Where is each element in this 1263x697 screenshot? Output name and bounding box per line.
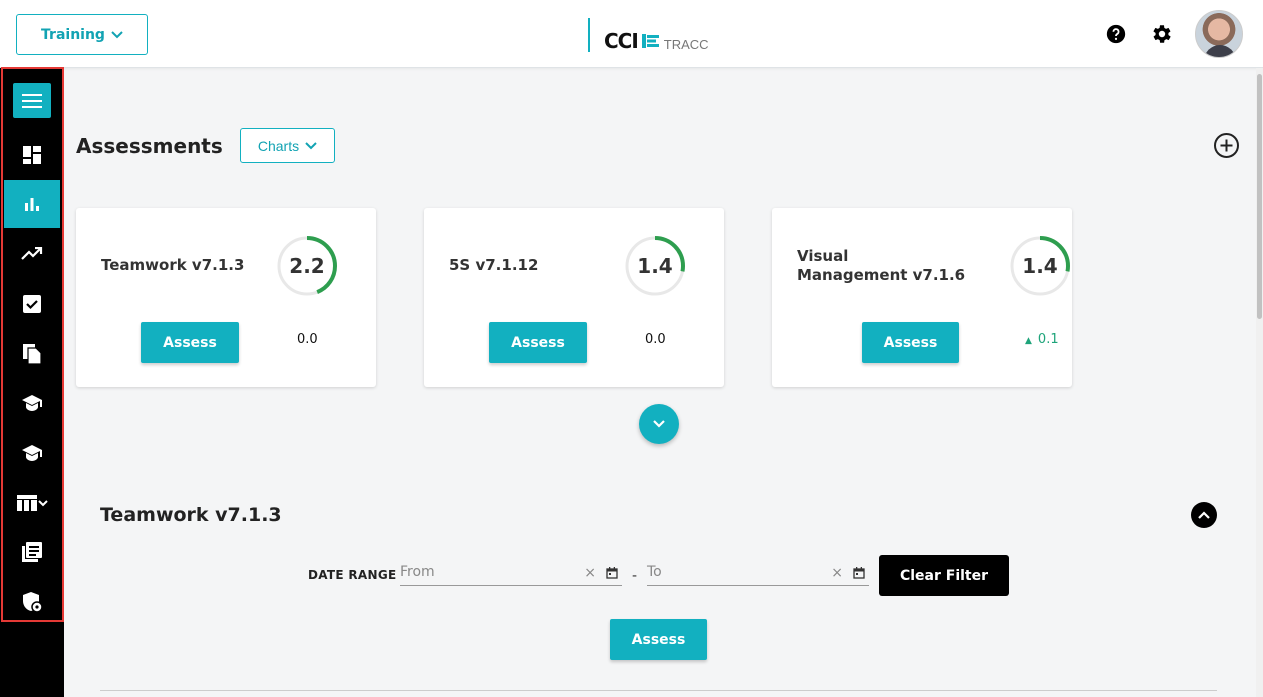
score-value: 2.2 bbox=[289, 254, 325, 278]
sidebar-item-trends[interactable] bbox=[4, 230, 60, 278]
assessment-card: Teamwork v7.1.3 2.2 Assess 0.0 bbox=[76, 208, 376, 387]
assess-button[interactable]: Assess bbox=[610, 619, 707, 660]
date-from-placeholder: From bbox=[400, 564, 435, 580]
arrow-up-icon: ▲ bbox=[1025, 336, 1032, 346]
menu-toggle-button[interactable] bbox=[13, 83, 51, 118]
trending-up-icon bbox=[21, 247, 43, 260]
assessment-card: 5S v7.1.12 1.4 Assess 0.0 bbox=[424, 208, 724, 387]
assess-button[interactable]: Assess bbox=[141, 322, 239, 363]
divider bbox=[100, 690, 1217, 691]
sidebar-item-actions[interactable] bbox=[4, 280, 60, 328]
card-title: 5S v7.1.12 bbox=[449, 256, 539, 274]
card-title: Teamwork v7.1.3 bbox=[101, 256, 245, 274]
app-logo: CCI TRACC bbox=[588, 18, 709, 53]
checkbox-icon bbox=[23, 295, 41, 313]
chevron-down-icon bbox=[653, 420, 665, 428]
date-from-field[interactable]: From × bbox=[400, 562, 622, 586]
expand-cards-button[interactable] bbox=[639, 404, 679, 444]
table-chevron-icon bbox=[17, 495, 48, 511]
score-delta: ▲ 0.1 bbox=[1025, 332, 1059, 347]
date-to-field[interactable]: To × bbox=[647, 562, 869, 586]
shield-icon bbox=[23, 592, 43, 613]
documents-icon bbox=[23, 344, 42, 365]
add-circle-icon[interactable] bbox=[1213, 132, 1240, 159]
card-title: Visual Management v7.1.6 bbox=[797, 247, 966, 284]
dashboard-icon bbox=[23, 146, 41, 164]
score-value: 1.4 bbox=[1022, 254, 1058, 278]
logo-subtext: TRACC bbox=[663, 36, 709, 52]
assess-button[interactable]: Assess bbox=[489, 322, 587, 363]
library-books-icon bbox=[22, 542, 42, 562]
charts-dropdown[interactable]: Charts bbox=[240, 128, 335, 163]
chevron-down-icon bbox=[305, 141, 317, 149]
date-range-separator: - bbox=[632, 568, 638, 584]
assess-button[interactable]: Assess bbox=[862, 322, 959, 363]
sidebar-item-tables[interactable] bbox=[4, 479, 60, 527]
collapse-section-button[interactable] bbox=[1191, 502, 1217, 528]
workspace-label: Training bbox=[41, 26, 105, 43]
score-delta: 0.0 bbox=[645, 332, 666, 347]
chevron-down-icon bbox=[111, 30, 123, 38]
sidebar-item-learning[interactable] bbox=[4, 429, 60, 477]
top-bar: Training CCI TRACC bbox=[0, 0, 1263, 68]
clear-filter-button[interactable]: Clear Filter bbox=[879, 555, 1009, 596]
sidebar-item-dashboard[interactable] bbox=[4, 131, 60, 179]
workspace-dropdown[interactable]: Training bbox=[16, 14, 148, 55]
date-to-placeholder: To bbox=[647, 564, 662, 580]
help-icon[interactable] bbox=[1105, 23, 1127, 45]
logo-text: CCI bbox=[604, 29, 639, 53]
chevron-up-icon bbox=[1198, 511, 1210, 519]
sidebar-item-training[interactable] bbox=[4, 379, 60, 427]
sidebar-item-documents[interactable] bbox=[4, 330, 60, 378]
logo-flag-icon bbox=[641, 34, 659, 48]
date-range-label: DATE RANGE bbox=[308, 568, 397, 582]
hamburger-icon bbox=[22, 93, 42, 108]
page-title: Assessments bbox=[76, 134, 223, 158]
score-value: 1.4 bbox=[637, 254, 673, 278]
sidebar-item-assessments[interactable] bbox=[4, 180, 60, 228]
sidebar-item-admin[interactable] bbox=[4, 578, 60, 626]
detail-title: Teamwork v7.1.3 bbox=[100, 504, 282, 526]
calendar-icon[interactable] bbox=[606, 567, 618, 579]
calendar-icon[interactable] bbox=[853, 567, 865, 579]
page-scrollbar[interactable] bbox=[1256, 68, 1263, 697]
settings-gear-icon[interactable] bbox=[1149, 22, 1173, 46]
sidebar-item-library[interactable] bbox=[4, 528, 60, 576]
charts-label: Charts bbox=[257, 137, 300, 154]
bar-chart-icon bbox=[25, 198, 39, 211]
user-avatar[interactable] bbox=[1195, 10, 1243, 58]
score-delta: 0.0 bbox=[297, 332, 318, 347]
clear-from-icon[interactable]: × bbox=[584, 565, 596, 581]
assessment-card: Visual Management v7.1.6 1.4 Assess ▲ 0.1 bbox=[772, 208, 1072, 387]
clear-to-icon[interactable]: × bbox=[831, 565, 843, 581]
graduation-cap-icon bbox=[22, 445, 42, 461]
graduation-cap-icon bbox=[22, 395, 42, 411]
